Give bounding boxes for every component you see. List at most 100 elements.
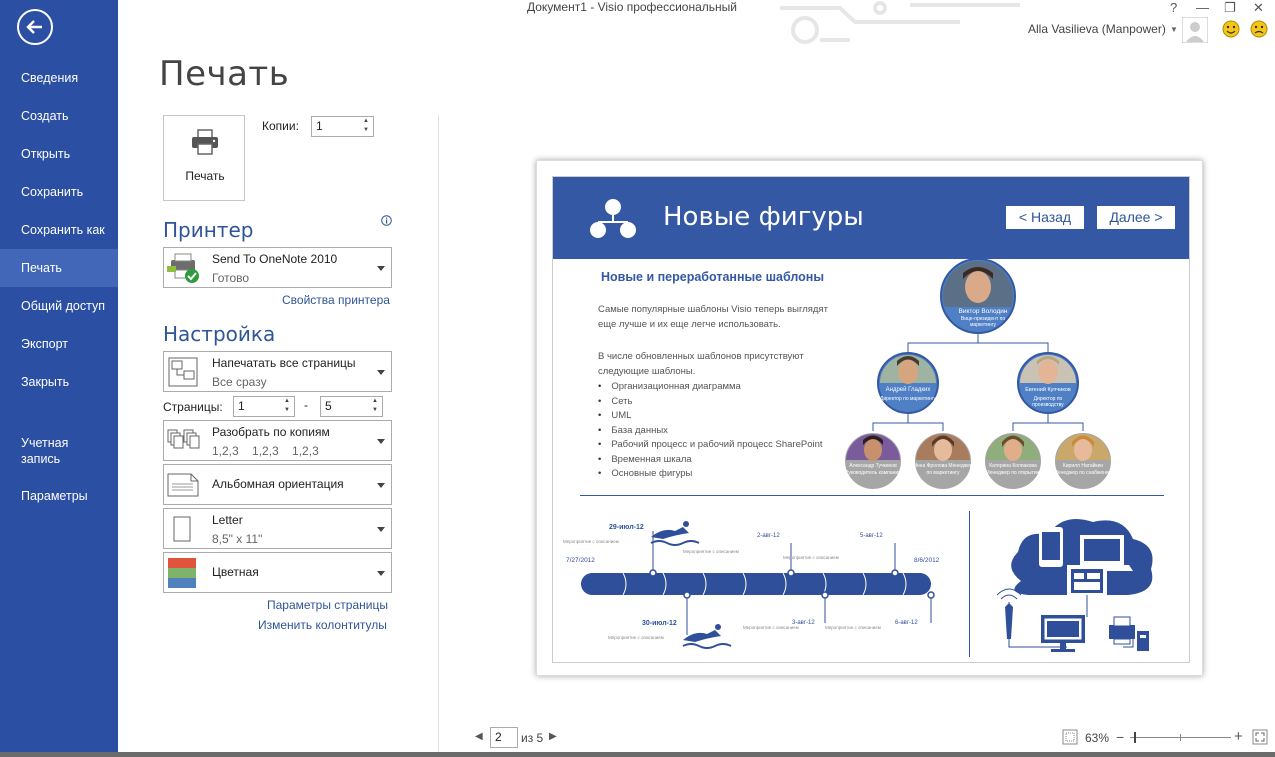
list-item: Сеть: [598, 395, 823, 410]
sidebar-item-save-as[interactable]: Сохранить как: [0, 211, 118, 249]
landscape-icon: [167, 473, 199, 497]
collate-label: Разобрать по копиям: [212, 425, 330, 439]
list-item: Рабочий процесс и рабочий процесс ShareP…: [598, 438, 822, 453]
org-b2: Инна Фролова Менеджер по маркетингу: [913, 463, 973, 477]
stepper-up-icon[interactable]: ▲: [368, 397, 382, 406]
printer-ready-icon: [167, 253, 199, 283]
org-mid-right-name: Евгений Купчиков: [1025, 387, 1071, 393]
pages-from-stepper[interactable]: 1 ▲ ▼: [233, 396, 295, 417]
previous-page-icon[interactable]: ◀: [475, 731, 483, 742]
printer-properties-link[interactable]: Свойства принтера: [282, 293, 390, 307]
org-b2-name: Инна Фролова: [913, 463, 948, 469]
collate-sub: 1,2,3 1,2,3 1,2,3: [212, 444, 319, 458]
stepper-down-icon[interactable]: ▼: [280, 406, 294, 415]
user-name[interactable]: Alla Vasilieva (Manpower): [1028, 22, 1166, 36]
sidebar-item-share[interactable]: Общий доступ: [0, 287, 118, 325]
next-page-icon[interactable]: ▶: [549, 731, 557, 742]
printer-icon: [192, 129, 218, 155]
zoom-to-page-icon[interactable]: [1252, 729, 1268, 745]
sidebar-item-print[interactable]: Печать: [0, 249, 118, 287]
org-mid-right-role: Директор по производству: [1032, 396, 1064, 408]
sidebar-item-open[interactable]: Открыть: [0, 135, 118, 173]
frown-icon[interactable]: [1250, 20, 1268, 38]
list-item: Временная шкала: [598, 453, 823, 468]
page-icon: [173, 516, 191, 542]
pages-icon: [168, 357, 198, 387]
avatar-icon[interactable]: [1182, 17, 1208, 43]
printer-status: Готово: [212, 271, 250, 285]
printer-dropdown[interactable]: Send To OneNote 2010 Готово: [163, 247, 392, 288]
copies-label: Копии:: [262, 119, 299, 133]
shapes-icon: [590, 199, 636, 238]
orientation-dropdown[interactable]: Альбомная ориентация: [163, 464, 392, 505]
user-dropdown-icon[interactable]: ▼: [1170, 25, 1178, 34]
list-item: Организационная диаграмма: [598, 380, 823, 395]
timeline-bot-2: 3-авг-12: [792, 620, 815, 626]
show-margins-icon[interactable]: [1062, 729, 1078, 745]
preview-divider-h: [580, 495, 1164, 496]
timeline-bot-1: 30-июл-12: [642, 620, 677, 627]
preview-bullet-list: Организационная диаграмма Сеть UML База …: [598, 380, 823, 482]
sidebar-item-export[interactable]: Экспорт: [0, 325, 118, 363]
print-preview[interactable]: Новые фигуры < Назад Далее > Новые и пер…: [536, 160, 1203, 676]
chevron-down-icon: [377, 266, 385, 271]
timeline-end: 8/6/2012: [914, 557, 940, 564]
stepper-down-icon[interactable]: ▼: [368, 406, 382, 415]
org-top-role: Вице-президент по маркетингу: [960, 316, 1006, 328]
color-swatch-icon: [168, 558, 196, 588]
timeline-start: 7/27/2012: [566, 557, 595, 564]
org-mid-left-role: Директор по маркетингу: [879, 396, 937, 402]
print-button[interactable]: Печать: [163, 115, 245, 201]
preview-paragraph-1: Самые популярные шаблоны Visio теперь вы…: [598, 304, 828, 330]
info-icon[interactable]: [381, 215, 392, 226]
svg-text:Мероприятие с описанием: Мероприятие с описанием: [563, 539, 619, 544]
print-pages-dropdown[interactable]: Напечатать все страницы Все сразу: [163, 351, 392, 392]
timeline-top-2: 2-авг-12: [757, 533, 780, 539]
back-arrow-icon[interactable]: [17, 9, 53, 45]
restore-icon[interactable]: ❐: [1224, 0, 1236, 16]
page-number-input[interactable]: 2: [490, 727, 518, 748]
svg-text:Мероприятие с описанием: Мероприятие с описанием: [743, 625, 799, 630]
page-setup-link[interactable]: Параметры страницы: [267, 598, 388, 612]
org-b1: Александр Тучкинов Руководитель компании: [843, 463, 903, 477]
org-b1-name: Александр Тучкинов: [849, 463, 897, 469]
paper-size-dropdown[interactable]: Letter 8,5" x 11": [163, 508, 392, 549]
timeline-top-3: 5-авг-12: [860, 533, 883, 539]
list-item: База данных: [598, 424, 823, 439]
chevron-down-icon: [377, 370, 385, 375]
org-b3-role: Менеджер по открытию: [985, 470, 1041, 476]
help-icon[interactable]: ?: [1170, 0, 1177, 15]
svg-text:Мероприятие с описанием: Мероприятие с описанием: [608, 635, 664, 640]
sidebar-item-info[interactable]: Сведения: [0, 59, 118, 97]
copies-stepper[interactable]: 1 ▲ ▼: [311, 116, 374, 137]
close-icon[interactable]: ✕: [1253, 0, 1264, 16]
printer-name: Send To OneNote 2010: [212, 252, 338, 266]
pages-to-stepper[interactable]: 5 ▲ ▼: [320, 396, 383, 417]
preview-paragraph-2: В числе обновленных шаблонов присутствую…: [598, 351, 804, 377]
preview-next-button: Далее >: [1097, 206, 1175, 229]
printer-header: Принтер: [163, 218, 254, 242]
copies-value: 1: [316, 119, 323, 133]
sidebar-item-save[interactable]: Сохранить: [0, 173, 118, 211]
sidebar-item-close[interactable]: Закрыть: [0, 363, 118, 401]
minimize-icon[interactable]: —: [1196, 0, 1209, 15]
svg-text:Мероприятие с описанием: Мероприятие с описанием: [825, 625, 881, 630]
stepper-up-icon[interactable]: ▲: [280, 397, 294, 406]
sidebar-item-account[interactable]: Учетная запись: [0, 432, 118, 470]
sidebar-item-new[interactable]: Создать: [0, 97, 118, 135]
color-dropdown[interactable]: Цветная: [163, 552, 392, 593]
list-item: Основные фигуры: [598, 467, 823, 482]
stepper-down-icon[interactable]: ▼: [359, 126, 373, 135]
zoom-slider-thumb[interactable]: [1134, 732, 1136, 743]
sidebar-item-options[interactable]: Параметры: [0, 477, 118, 515]
edit-header-footer-link[interactable]: Изменить колонтитулы: [258, 618, 387, 632]
smile-icon[interactable]: [1222, 20, 1240, 38]
stepper-up-icon[interactable]: ▲: [359, 117, 373, 126]
zoom-level[interactable]: 63%: [1085, 731, 1109, 745]
preview-page-frame: Новые фигуры < Назад Далее > Новые и пер…: [552, 176, 1190, 663]
zoom-out-icon[interactable]: −: [1116, 729, 1124, 745]
collate-dropdown[interactable]: Разобрать по копиям 1,2,3 1,2,3 1,2,3: [163, 420, 392, 461]
pages-to-value: 5: [325, 399, 332, 413]
zoom-in-icon[interactable]: +: [1234, 728, 1243, 745]
pages-dash: -: [304, 398, 308, 412]
